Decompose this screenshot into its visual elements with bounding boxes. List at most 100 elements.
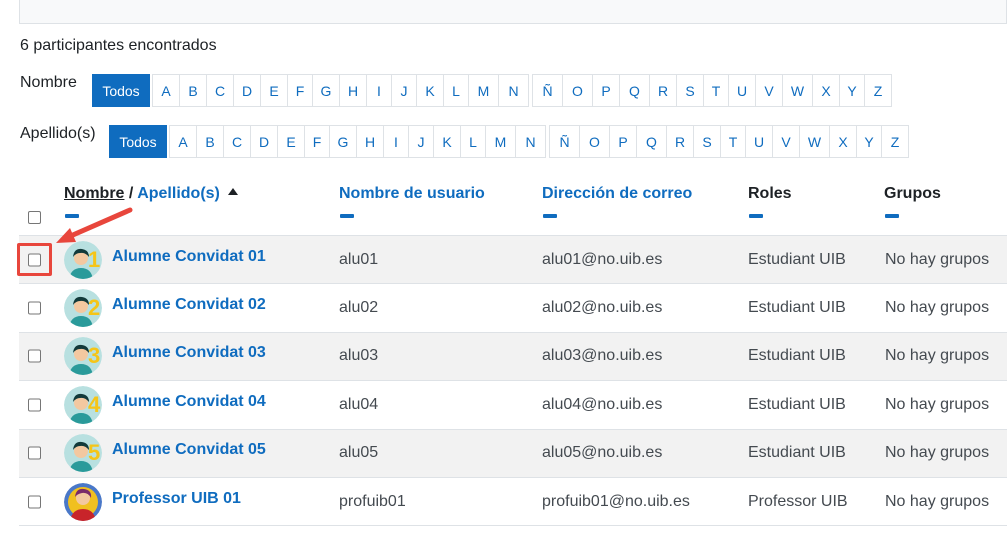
participant-name-link[interactable]: Alumne Convidat 02 xyxy=(112,296,266,314)
email-column-header[interactable]: Dirección de correo xyxy=(542,185,692,203)
participant-name-link[interactable]: Alumne Convidat 03 xyxy=(112,344,266,362)
last-name-initial-p-button[interactable]: P xyxy=(609,125,637,158)
last-name-initial-j-button[interactable]: J xyxy=(408,125,434,158)
first-name-initial-j-button[interactable]: J xyxy=(391,74,417,107)
last-name-initial-s-button[interactable]: S xyxy=(693,125,721,158)
row-select-checkbox[interactable] xyxy=(28,398,41,412)
last-name-initial-b-button[interactable]: B xyxy=(196,125,224,158)
groups-cell[interactable]: No hay grupos xyxy=(885,444,989,462)
sort-by-surname-link[interactable]: Apellido(s) xyxy=(137,185,220,202)
groups-cell[interactable]: No hay grupos xyxy=(885,396,989,414)
first-name-initial-f-button[interactable]: F xyxy=(287,74,313,107)
first-name-initial-k-button[interactable]: K xyxy=(416,74,444,107)
first-name-initial-n-button[interactable]: N xyxy=(498,74,529,107)
last-name-initial-x-button[interactable]: X xyxy=(829,125,857,158)
role-cell[interactable]: Professor UIB xyxy=(748,493,848,511)
role-cell[interactable]: Estudiant UIB xyxy=(748,396,846,414)
last-name-initial-g-button[interactable]: G xyxy=(329,125,357,158)
first-name-initial-x-button[interactable]: X xyxy=(812,74,840,107)
first-name-initial-b-button[interactable]: B xyxy=(179,74,207,107)
last-name-initial-y-button[interactable]: Y xyxy=(856,125,882,158)
last-name-initial-l-button[interactable]: L xyxy=(460,125,486,158)
last-name-initial-q-button[interactable]: Q xyxy=(636,125,667,158)
role-cell[interactable]: Estudiant UIB xyxy=(748,444,846,462)
last-name-initial-u-button[interactable]: U xyxy=(745,125,773,158)
first-name-initial-v-button[interactable]: V xyxy=(755,74,783,107)
collapse-username-column-icon[interactable] xyxy=(340,214,354,218)
last-name-initial-w-button[interactable]: W xyxy=(799,125,830,158)
groups-cell[interactable]: No hay grupos xyxy=(885,251,989,269)
email-cell: alu01@no.uib.es xyxy=(542,250,663,268)
last-name-initial-v-button[interactable]: V xyxy=(772,125,800,158)
first-name-initial-t-button[interactable]: T xyxy=(703,74,729,107)
participant-name-link[interactable]: Professor UIB 01 xyxy=(112,490,241,508)
first-name-all-button[interactable]: Todos xyxy=(92,74,150,107)
row-select-checkbox[interactable] xyxy=(28,495,41,509)
row-select-checkbox[interactable] xyxy=(28,301,41,315)
role-cell[interactable]: Estudiant UIB xyxy=(748,299,846,317)
last-name-initial-h-button[interactable]: H xyxy=(356,125,384,158)
first-name-initial-e-button[interactable]: E xyxy=(260,74,288,107)
participant-name-link[interactable]: Alumne Convidat 04 xyxy=(112,393,266,411)
first-name-initial-y-button[interactable]: Y xyxy=(839,74,865,107)
annotation-highlight-box xyxy=(17,243,52,276)
first-name-initial-p-button[interactable]: P xyxy=(592,74,620,107)
last-name-initial-e-button[interactable]: E xyxy=(277,125,305,158)
first-name-initial-z-button[interactable]: Z xyxy=(864,74,892,107)
first-name-initial-d-button[interactable]: D xyxy=(233,74,261,107)
last-name-initial-t-button[interactable]: T xyxy=(720,125,746,158)
first-name-initial-q-button[interactable]: Q xyxy=(619,74,650,107)
table-row: 1 Alumne Convidat 01 alu01 alu01@no.uib.… xyxy=(19,236,1007,285)
email-cell: alu05@no.uib.es xyxy=(542,444,663,462)
last-name-initial-c-button[interactable]: C xyxy=(223,125,251,158)
last-name-initial-z-button[interactable]: Z xyxy=(881,125,909,158)
last-name-initial-i-button[interactable]: I xyxy=(383,125,409,158)
last-name-initial-m-button[interactable]: M xyxy=(485,125,516,158)
first-name-initial-r-button[interactable]: R xyxy=(649,74,677,107)
groups-column-header: Grupos xyxy=(884,185,941,202)
first-name-initial-u-button[interactable]: U xyxy=(728,74,756,107)
last-name-initial-a-button[interactable]: A xyxy=(169,125,197,158)
first-name-initial-w-button[interactable]: W xyxy=(782,74,813,107)
collapse-roles-column-icon[interactable] xyxy=(749,214,763,218)
last-name-filter-label: Apellido(s) xyxy=(20,125,96,142)
username-cell: alu02 xyxy=(339,299,379,317)
last-name-filter: Apellido(s) Todos ABCDEFGHIJKLMNÑOPQRSTU… xyxy=(20,125,909,158)
participant-name-link[interactable]: Alumne Convidat 05 xyxy=(112,441,266,459)
last-name-initial-n-button[interactable]: N xyxy=(515,125,546,158)
search-box-partial: . xyxy=(19,0,1007,24)
avatar: 4 xyxy=(64,385,102,424)
last-name-initial-k-button[interactable]: K xyxy=(433,125,461,158)
participants-count: 6 participantes encontrados xyxy=(20,37,217,54)
select-all-checkbox[interactable] xyxy=(28,211,41,224)
first-name-initial-g-button[interactable]: G xyxy=(312,74,340,107)
last-name-initial-d-button[interactable]: D xyxy=(250,125,278,158)
first-name-initial-o-button[interactable]: O xyxy=(562,74,593,107)
svg-text:3: 3 xyxy=(88,343,100,368)
first-name-initial-m-button[interactable]: M xyxy=(468,74,499,107)
collapse-groups-column-icon[interactable] xyxy=(885,214,899,218)
groups-cell[interactable]: No hay grupos xyxy=(885,493,989,511)
groups-cell[interactable]: No hay grupos xyxy=(885,347,989,365)
first-name-initial-c-button[interactable]: C xyxy=(206,74,234,107)
last-name-all-button[interactable]: Todos xyxy=(109,125,167,158)
first-name-initial-h-button[interactable]: H xyxy=(339,74,367,107)
last-name-initial-f-button[interactable]: F xyxy=(304,125,330,158)
role-cell[interactable]: Estudiant UIB xyxy=(748,347,846,365)
first-name-initial-s-button[interactable]: S xyxy=(676,74,704,107)
collapse-email-column-icon[interactable] xyxy=(543,214,557,218)
row-select-checkbox[interactable] xyxy=(28,349,41,363)
first-name-initial-enye-button[interactable]: Ñ xyxy=(532,74,563,107)
participant-name-link[interactable]: Alumne Convidat 01 xyxy=(112,248,266,266)
last-name-initial-enye-button[interactable]: Ñ xyxy=(549,125,580,158)
row-select-checkbox[interactable] xyxy=(28,446,41,460)
username-column-header[interactable]: Nombre de usuario xyxy=(339,185,485,203)
groups-cell[interactable]: No hay grupos xyxy=(885,299,989,317)
last-name-initial-r-button[interactable]: R xyxy=(666,125,694,158)
first-name-initial-a-button[interactable]: A xyxy=(152,74,180,107)
last-name-initial-o-button[interactable]: O xyxy=(579,125,610,158)
role-cell[interactable]: Estudiant UIB xyxy=(748,251,846,269)
first-name-initial-l-button[interactable]: L xyxy=(443,74,469,107)
table-row: 3 Alumne Convidat 03 alu03 alu03@no.uib.… xyxy=(19,332,1007,382)
first-name-initial-i-button[interactable]: I xyxy=(366,74,392,107)
